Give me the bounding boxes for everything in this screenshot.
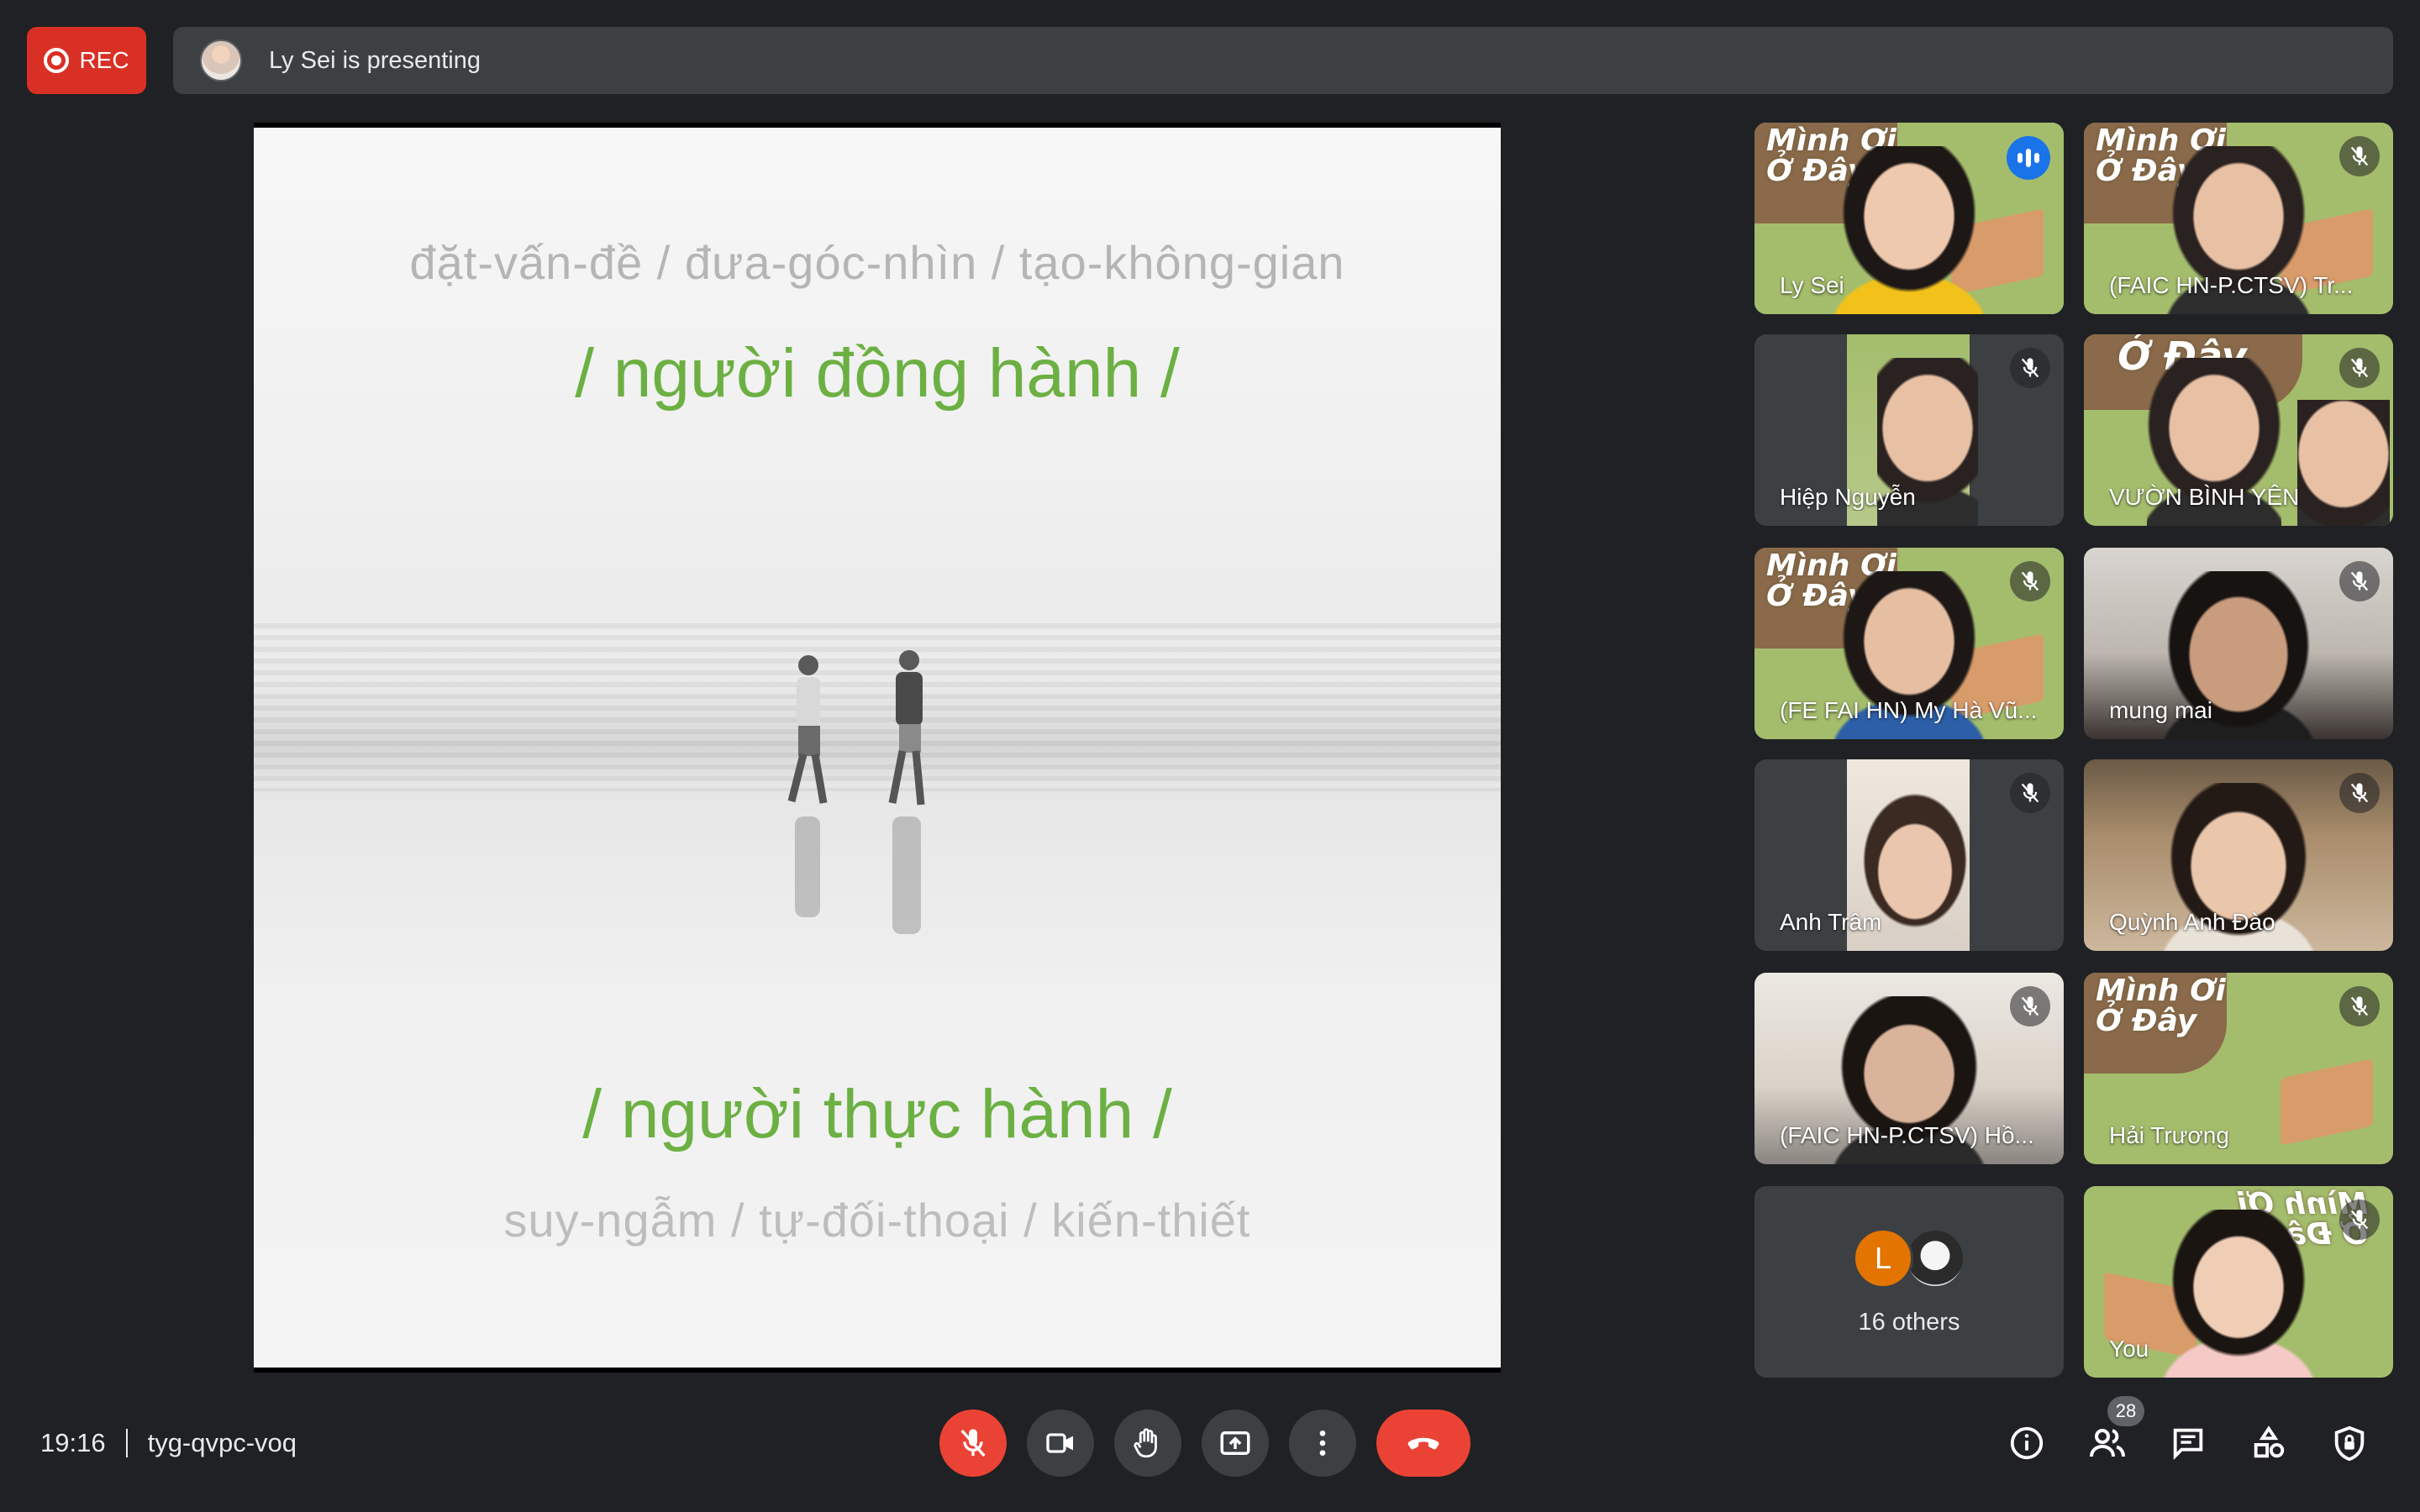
shared-screen-slide: đặt-vấn-đề / đưa-góc-nhìn / tạo-không-gi…: [254, 123, 1501, 1373]
presenter-avatar: [200, 39, 242, 81]
chat-icon: [2173, 1428, 2203, 1460]
raise-hand-icon: [1134, 1428, 1157, 1458]
mic-off-icon: [2010, 561, 2050, 601]
end-call-icon: [1407, 1437, 1439, 1450]
record-icon: [44, 48, 70, 73]
recording-indicator[interactable]: REC: [27, 27, 146, 94]
participant-tile[interactable]: Quỳnh Anh Đào: [2084, 759, 2393, 951]
present-screen-icon: [1220, 1431, 1250, 1455]
participant-name: Hiệp Nguyễn: [1780, 484, 1916, 510]
presenting-text: Ly Sei is presenting: [269, 46, 481, 74]
participant-tile[interactable]: Mình Ơi Ở Đây Hải Trương: [2084, 973, 2393, 1164]
participant-name: (FAIC HN-P.CTSV) Hồ...: [1780, 1122, 2034, 1148]
participant-name: VƯỜN BÌNH YÊN: [2109, 484, 2300, 510]
show-everyone-button[interactable]: [2086, 1421, 2129, 1465]
activities-icon: [2254, 1425, 2285, 1458]
mic-off-icon: [2339, 136, 2380, 176]
participant-tile[interactable]: Mình Ơi Ở Đây (FE FAI HN) My Hà Vũ...: [1754, 548, 2064, 739]
others-avatars: L: [1853, 1227, 1965, 1289]
participant-name: Ly Sei: [1780, 272, 1844, 298]
participant-tile[interactable]: Ở Đây VƯỜN BÌNH YÊN: [2084, 334, 2393, 526]
slide-bottom-subtitle: suy-ngẫm / tự-đối-thoại / kiến-thiết: [503, 1194, 1251, 1247]
others-tile[interactable]: L 16 others: [1754, 1186, 2064, 1378]
participant-name: (FAIC HN-P.CTSV) Tr...: [2109, 272, 2354, 298]
participant-tile[interactable]: Mình Ơi Ở Đây (FAIC HN-P.CTSV) Tr...: [2084, 123, 2393, 314]
participant-tile[interactable]: Mình Ơi Ở Đây Ly Sei: [1754, 123, 2064, 314]
mic-off-icon: [2010, 773, 2050, 813]
recording-label: REC: [79, 47, 129, 73]
participant-name: Anh Trâm: [1780, 909, 1882, 935]
meeting-code[interactable]: tyg-qvpc-voq: [148, 1428, 297, 1458]
mic-off-icon: [2339, 773, 2380, 813]
slide-top-subtitle: đặt-vấn-đề / đưa-góc-nhìn / tạo-không-gi…: [409, 236, 1345, 289]
meeting-details: 19:16 tyg-qvpc-voq: [40, 1428, 297, 1458]
avatar: L: [1853, 1227, 1913, 1289]
host-controls-button[interactable]: [2328, 1421, 2371, 1465]
brand-logo-text: Mình Ơi Ở Đây: [2096, 974, 2226, 1038]
mic-off-icon: [960, 1429, 986, 1457]
mic-off-icon: [2339, 348, 2380, 388]
info-icon: [2010, 1426, 2044, 1460]
avatar: [1905, 1227, 1965, 1289]
participant-tile[interactable]: Anh Trâm: [1754, 759, 2064, 951]
slide-heading-practitioner: / người thực hành /: [582, 1076, 1172, 1152]
participant-video: [1833, 146, 1985, 314]
meeting-time: 19:16: [40, 1428, 106, 1457]
mic-off-icon: [2010, 986, 2050, 1026]
presenting-banner: Ly Sei is presenting: [173, 27, 2393, 94]
meeting-details-button[interactable]: [2005, 1421, 2049, 1465]
raise-hand-button[interactable]: [1114, 1410, 1181, 1477]
participant-tile-self[interactable]: Mình Ơi Ở Đây You: [2084, 1186, 2393, 1378]
participant-name: (FE FAI HN) My Hà Vũ...: [1780, 697, 2038, 723]
mic-off-icon: [2339, 1200, 2380, 1240]
others-count: 16 others: [1858, 1308, 1960, 1336]
host-controls-icon: [2334, 1425, 2365, 1462]
participant-tile[interactable]: (FAIC HN-P.CTSV) Hồ...: [1754, 973, 2064, 1164]
more-options-icon: [1319, 1431, 1326, 1456]
present-now-button[interactable]: [1202, 1410, 1269, 1477]
more-options-button[interactable]: [1289, 1410, 1356, 1477]
slide-heading-companion: / người đồng hành /: [575, 335, 1180, 412]
participant-name: Quỳnh Anh Đào: [2109, 909, 2275, 935]
divider: [125, 1429, 128, 1457]
participant-tile[interactable]: Hiệp Nguyễn: [1754, 334, 2064, 526]
microphone-toggle-button[interactable]: [939, 1410, 1007, 1477]
mic-off-icon: [2339, 561, 2380, 601]
chat-button[interactable]: [2166, 1421, 2210, 1465]
mic-off-icon: [2010, 348, 2050, 388]
participant-tile[interactable]: mung mai: [2084, 548, 2393, 739]
participant-count-badge: 28: [2107, 1396, 2144, 1426]
camera-toggle-button[interactable]: [1027, 1410, 1094, 1477]
participant-video-2: [2297, 400, 2391, 526]
participant-name: You: [2109, 1336, 2149, 1362]
leave-call-button[interactable]: [1376, 1410, 1470, 1477]
people-icon: [2090, 1429, 2125, 1457]
activities-button[interactable]: [2247, 1421, 2291, 1465]
speaking-icon: [2007, 136, 2050, 180]
self-video: [2163, 1210, 2314, 1378]
participant-name: Hải Trương: [2109, 1122, 2229, 1148]
camera-icon: [1046, 1433, 1073, 1453]
participant-name: mung mai: [2109, 697, 2212, 723]
mic-off-icon: [2339, 986, 2380, 1026]
